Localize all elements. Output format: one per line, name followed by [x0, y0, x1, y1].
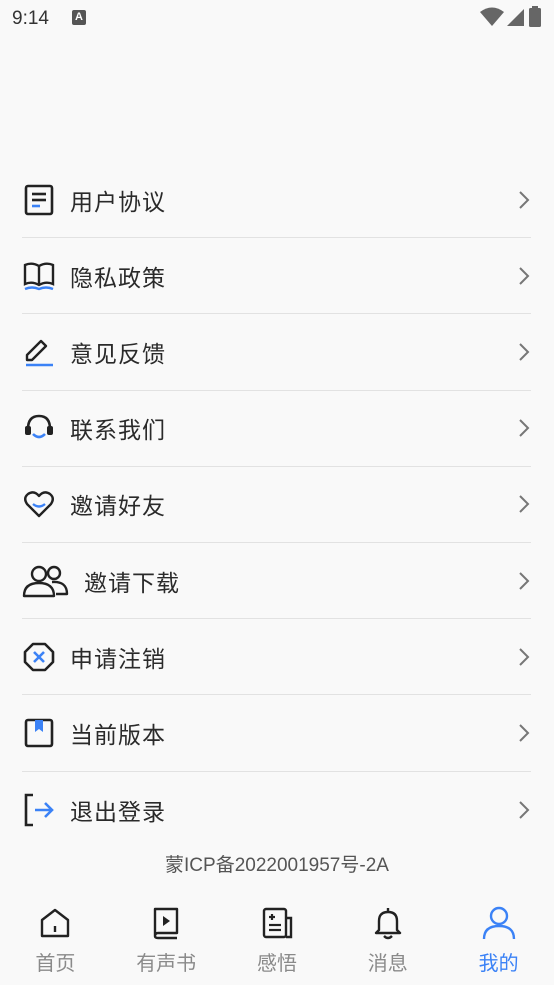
person-icon	[481, 905, 517, 941]
tab-messages[interactable]: 消息	[332, 893, 443, 985]
notes-icon	[259, 905, 295, 941]
menu-item-label: 意见反馈	[70, 341, 166, 368]
chevron-right-icon	[519, 343, 530, 361]
book-icon	[22, 259, 56, 293]
menu-item-invite-friends[interactable]: 邀请好友	[22, 467, 531, 543]
menu-item-current-version[interactable]: 当前版本	[22, 695, 531, 772]
chevron-right-icon	[519, 419, 530, 437]
chevron-right-icon	[519, 495, 530, 514]
settings-menu: 用户协议 隐私政策 意见反馈 联系我们 邀请好友 邀请下载 申请注销 当前版本 …	[22, 162, 531, 848]
pencil-icon	[22, 335, 56, 369]
status-time: 9:14	[12, 8, 49, 29]
cancel-icon	[22, 640, 56, 674]
signal-icon	[507, 9, 524, 26]
icp-record-number: 蒙ICP备2022001957号-2A	[165, 855, 389, 876]
chevron-right-icon	[519, 267, 530, 285]
chevron-right-icon	[519, 724, 530, 742]
tab-audiobook[interactable]: 有声书	[111, 893, 222, 985]
home-icon	[37, 905, 73, 941]
status-indicators	[480, 6, 542, 28]
chevron-right-icon	[519, 190, 530, 209]
tab-mine[interactable]: 我的	[443, 893, 554, 985]
menu-item-user-agreement[interactable]: 用户协议	[22, 162, 531, 239]
menu-item-label: 退出登录	[70, 799, 166, 826]
audiobook-icon	[148, 905, 184, 941]
document-icon	[22, 183, 56, 217]
battery-icon	[529, 6, 541, 27]
menu-item-privacy-policy[interactable]: 隐私政策	[22, 238, 531, 315]
menu-item-label: 当前版本	[70, 722, 166, 749]
bottom-tab-bar: 首页 有声书 感悟 消息 我的	[0, 893, 554, 985]
tab-label: 感悟	[256, 951, 297, 975]
status-bar: 9:14 A	[0, 0, 554, 38]
menu-item-invite-download[interactable]: 邀请下载	[22, 543, 531, 620]
tab-label: 首页	[35, 951, 76, 975]
tab-label: 有声书	[136, 951, 197, 975]
wifi-icon	[480, 7, 504, 26]
tab-label: 消息	[367, 951, 408, 975]
menu-item-cancel-account[interactable]: 申请注销	[22, 619, 531, 696]
bell-icon	[370, 905, 406, 941]
chevron-right-icon	[519, 648, 530, 666]
menu-item-feedback[interactable]: 意见反馈	[22, 314, 531, 391]
menu-item-label: 邀请下载	[84, 570, 180, 597]
tab-home[interactable]: 首页	[0, 893, 111, 985]
menu-item-label: 申请注销	[70, 646, 166, 673]
menu-item-contact-us[interactable]: 联系我们	[22, 391, 531, 467]
chevron-right-icon	[519, 800, 530, 819]
menu-item-logout[interactable]: 退出登录	[22, 772, 531, 848]
notification-icon: A	[72, 10, 86, 25]
logout-icon	[22, 793, 56, 827]
menu-item-label: 用户协议	[70, 189, 166, 216]
heart-icon	[22, 487, 56, 521]
menu-item-label: 联系我们	[70, 418, 166, 445]
bookmark-icon	[22, 716, 56, 750]
tab-insights[interactable]: 感悟	[222, 893, 333, 985]
chevron-right-icon	[519, 571, 530, 590]
headset-icon	[22, 411, 56, 445]
tab-label: 我的	[478, 951, 519, 975]
menu-item-label: 邀请好友	[70, 494, 166, 521]
users-icon	[22, 564, 70, 598]
menu-item-label: 隐私政策	[70, 265, 166, 292]
